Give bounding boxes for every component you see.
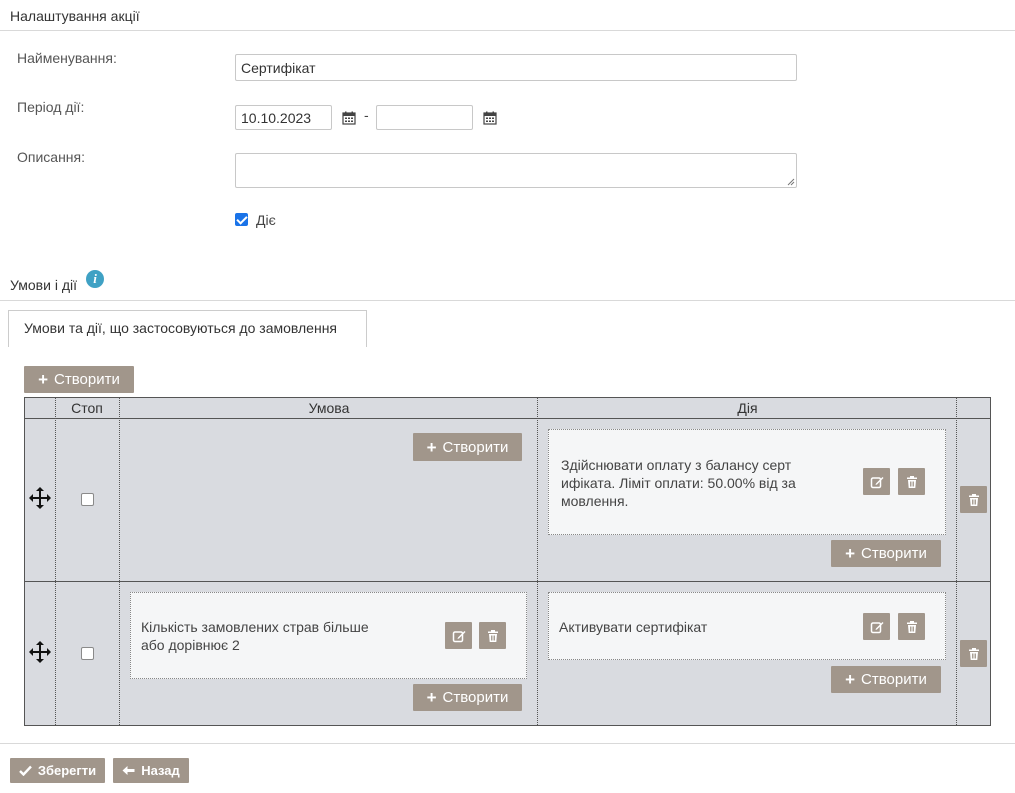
- plus-icon: +: [845, 670, 856, 689]
- plus-icon: +: [38, 370, 49, 389]
- create-condition-button[interactable]: + Створити: [413, 433, 522, 461]
- action-text-line: Здійснювати оплату з балансу серт: [561, 457, 792, 473]
- action-text-line: мовлення.: [561, 493, 629, 509]
- edit-condition-button[interactable]: [445, 622, 472, 649]
- condition-text: Кількість замовлених страв більше або до…: [141, 618, 369, 654]
- action-text: Активувати сертифікат: [559, 619, 708, 635]
- plus-icon: +: [426, 688, 437, 707]
- description-textarea[interactable]: [235, 153, 797, 188]
- edit-icon: [870, 476, 883, 488]
- arrow-left-icon: [122, 766, 135, 775]
- name-input[interactable]: Сертифікат: [235, 54, 797, 81]
- create-action-button[interactable]: + Створити: [831, 540, 941, 567]
- period-dash: -: [364, 107, 369, 123]
- action-text: Здійснювати оплату з балансу серт ифікат…: [561, 456, 796, 510]
- active-label: Діє: [256, 212, 276, 228]
- stop-checkbox[interactable]: [81, 647, 94, 660]
- condition-text-line: або дорівнює 2: [141, 637, 240, 653]
- trash-icon: [968, 493, 979, 506]
- trash-icon: [906, 475, 917, 488]
- checkmark-icon: [18, 765, 32, 776]
- period-start-input[interactable]: 10.10.2023: [235, 105, 332, 130]
- plus-icon: +: [845, 544, 856, 563]
- back-button[interactable]: Назад: [113, 758, 189, 783]
- column-divider: [537, 398, 538, 725]
- create-action-label: Створити: [861, 671, 927, 688]
- calendar-icon[interactable]: [342, 111, 356, 125]
- tab-order-conditions[interactable]: Умови та дії, що застосовуються до замов…: [8, 310, 367, 347]
- trash-icon: [906, 620, 917, 633]
- move-icon[interactable]: [28, 486, 52, 510]
- create-condition-label: Створити: [442, 438, 509, 456]
- edit-action-button[interactable]: [863, 613, 890, 640]
- delete-row-button[interactable]: [960, 486, 987, 513]
- create-rule-button[interactable]: + Створити: [24, 366, 134, 393]
- create-action-button[interactable]: + Створити: [831, 666, 941, 693]
- col-header-stop: Стоп: [55, 398, 119, 419]
- col-header-delete: [957, 398, 990, 419]
- move-icon[interactable]: [28, 640, 52, 664]
- delete-action-button[interactable]: [898, 468, 925, 495]
- create-action-label: Створити: [861, 545, 927, 562]
- row-divider: [25, 581, 990, 582]
- name-input-value: Сертифікат: [241, 59, 316, 76]
- create-rule-label: Створити: [54, 371, 120, 388]
- column-divider: [956, 398, 957, 725]
- create-condition-label: Створити: [442, 689, 509, 706]
- period-end-input[interactable]: [376, 105, 473, 130]
- info-icon[interactable]: i: [86, 270, 104, 288]
- column-divider: [55, 398, 56, 725]
- action-text-line: ифіката. Ліміт оплати: 50.00% від за: [561, 475, 796, 491]
- tab-order-conditions-label: Умови та дії, що застосовуються до замов…: [24, 320, 338, 336]
- stop-checkbox[interactable]: [81, 493, 94, 506]
- active-checkbox[interactable]: [235, 213, 248, 226]
- condition-text-line: Кількість замовлених страв більше: [141, 619, 369, 635]
- col-header-action: Дія: [538, 398, 957, 419]
- col-header-handle: [25, 398, 55, 419]
- save-button[interactable]: Зберегти: [10, 758, 105, 783]
- conditions-title: Умови і дії: [10, 277, 77, 293]
- period-start-value: 10.10.2023: [241, 109, 312, 126]
- back-label: Назад: [141, 763, 180, 778]
- trash-icon: [968, 647, 979, 660]
- settings-title: Налаштування акції: [10, 8, 140, 24]
- resize-handle-icon[interactable]: [787, 178, 795, 186]
- description-label: Описання:: [17, 149, 86, 165]
- edit-action-button[interactable]: [863, 468, 890, 495]
- create-condition-button[interactable]: + Створити: [413, 684, 522, 711]
- delete-row-button[interactable]: [960, 640, 987, 667]
- edit-icon: [452, 630, 465, 642]
- col-header-condition: Умова: [120, 398, 538, 419]
- plus-icon: +: [426, 437, 437, 457]
- calendar-icon[interactable]: [483, 111, 497, 125]
- trash-icon: [487, 629, 498, 642]
- save-label: Зберегти: [37, 763, 97, 778]
- delete-condition-button[interactable]: [479, 622, 506, 649]
- name-label: Найменування:: [17, 50, 117, 66]
- delete-action-button[interactable]: [898, 613, 925, 640]
- period-label: Період дії:: [17, 99, 85, 115]
- settings-header: Налаштування акції: [0, 0, 1015, 31]
- column-divider: [119, 398, 120, 725]
- edit-icon: [870, 621, 883, 633]
